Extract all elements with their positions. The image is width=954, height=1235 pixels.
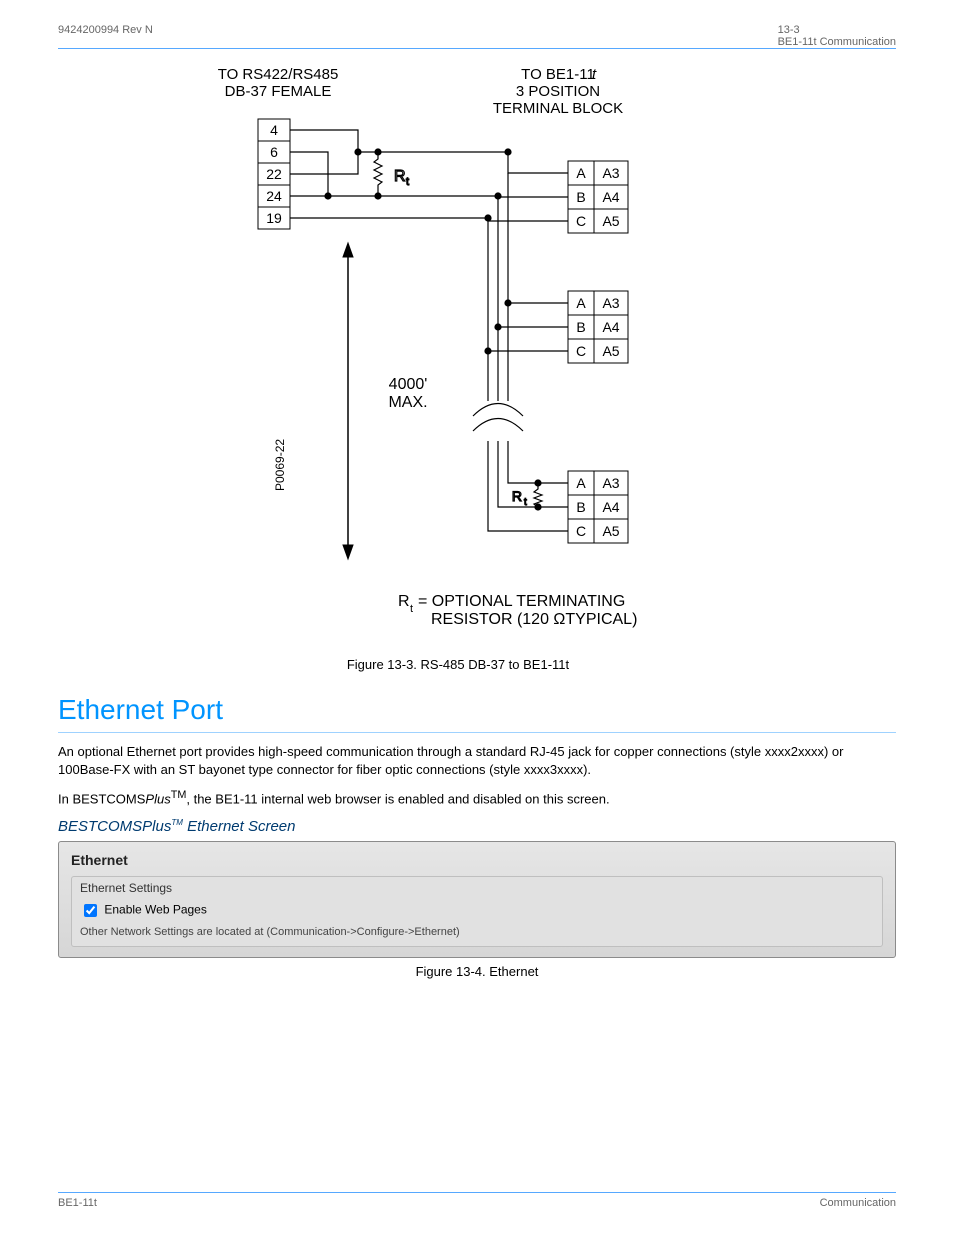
footer-rule — [58, 1192, 896, 1193]
footer-right: Communication — [820, 1197, 896, 1209]
svg-text:A5: A5 — [602, 523, 619, 539]
ethernet-para-2: In BESTCOMSPlusTM, the BE1-11 internal w… — [58, 788, 896, 808]
svg-text:R: R — [512, 488, 522, 504]
left-pin-0: 4 — [270, 122, 278, 138]
right-title-1: TO BE1-11 — [521, 66, 595, 83]
footnote-r-sub: t — [410, 603, 413, 615]
svg-text:A4: A4 — [602, 189, 619, 205]
enable-web-pages-row: Enable Web Pages — [80, 901, 874, 920]
page-footer: BE1-11t Communication — [58, 1192, 896, 1209]
left-pin-1: 6 — [270, 144, 278, 160]
terminal-group-2: A A3 B A4 C A5 — [568, 291, 628, 363]
svg-text:B: B — [576, 499, 585, 515]
right-title-3: TERMINAL BLOCK — [493, 100, 623, 117]
svg-text:A3: A3 — [602, 295, 619, 311]
svg-text:C: C — [576, 213, 586, 229]
wiring-diagram: TO RS422/RS485 DB-37 FEMALE TO BE1-11 t … — [178, 61, 738, 672]
figure-13-3-caption: Figure 13-3. RS-485 DB-37 to BE1-11t — [178, 657, 738, 672]
footnote-r: R — [398, 593, 410, 610]
left-block-title-1: TO RS422/RS485 — [218, 66, 339, 83]
left-pin-3: 24 — [266, 188, 282, 204]
header-page-title: 13-3 BE1-11t Communication — [778, 24, 896, 48]
ethernet-para-1: An optional Ethernet port provides high-… — [58, 743, 896, 778]
page-header: 9424200994 Rev N 13-3 BE1-11t Communicat… — [58, 24, 896, 30]
svg-text:A5: A5 — [602, 343, 619, 359]
ethernet-settings-panel: Ethernet Ethernet Settings Enable Web Pa… — [58, 841, 896, 958]
ethernet-port-heading: Ethernet Port — [58, 694, 896, 726]
header-rule — [58, 48, 896, 49]
svg-text:A: A — [576, 295, 586, 311]
svg-text:R: R — [394, 168, 406, 185]
section-rule — [58, 732, 896, 733]
right-title-2: 3 POSITION — [516, 83, 600, 100]
svg-text:A: A — [576, 475, 586, 491]
panel-title: Ethernet — [71, 852, 883, 868]
svg-text:t: t — [406, 176, 409, 188]
svg-text:A4: A4 — [602, 319, 619, 335]
footnote-line1: = OPTIONAL TERMINATING — [418, 593, 625, 610]
svg-text:A3: A3 — [602, 475, 619, 491]
svg-text:B: B — [576, 319, 585, 335]
diagram-partcode: P0069-22 — [273, 439, 287, 491]
svg-text:A3: A3 — [602, 165, 619, 181]
fieldset-legend: Ethernet Settings — [80, 881, 874, 895]
footnote-line2: RESISTOR (120 ΩTYPICAL) — [431, 611, 637, 628]
distance-label-1: 4000' — [389, 376, 428, 393]
footer-left: BE1-11t — [58, 1197, 97, 1209]
left-pin-4: 19 — [266, 210, 282, 226]
right-title-t: t — [592, 66, 597, 83]
header-section-title: BE1-11t Communication — [778, 36, 896, 48]
terminal-group-3: A A3 B A4 C A5 — [568, 471, 628, 543]
page: 9424200994 Rev N 13-3 BE1-11t Communicat… — [0, 0, 954, 1235]
settings-hint: Other Network Settings are located at (C… — [80, 926, 874, 938]
svg-text:C: C — [576, 343, 586, 359]
header-page-number: 13-3 — [778, 24, 800, 36]
diagram-svg: TO RS422/RS485 DB-37 FEMALE TO BE1-11 t … — [198, 61, 718, 651]
left-pin-2: 22 — [266, 166, 282, 182]
svg-text:B: B — [576, 189, 585, 205]
figure-13-4-caption: Figure 13-4. Ethernet — [58, 964, 896, 979]
svg-text:A4: A4 — [602, 499, 619, 515]
ethernet-settings-fieldset: Ethernet Settings Enable Web Pages Other… — [71, 876, 883, 947]
wires: R t R — [290, 130, 568, 531]
svg-text:t: t — [524, 497, 527, 508]
bestcomsplus-subheading: BESTCOMSPlusTM Ethernet Screen — [58, 818, 896, 835]
left-block-title-2: DB-37 FEMALE — [225, 83, 332, 100]
enable-web-pages-label[interactable]: Enable Web Pages — [104, 903, 207, 917]
svg-text:A5: A5 — [602, 213, 619, 229]
svg-text:C: C — [576, 523, 586, 539]
distance-label-2: MAX. — [388, 394, 427, 411]
header-doc-ref: 9424200994 Rev N — [58, 24, 153, 36]
svg-text:A: A — [576, 165, 586, 181]
enable-web-pages-checkbox[interactable] — [84, 904, 97, 917]
terminal-group-1: A A3 B A4 C A5 — [568, 161, 628, 233]
distance-arrow — [343, 243, 353, 559]
